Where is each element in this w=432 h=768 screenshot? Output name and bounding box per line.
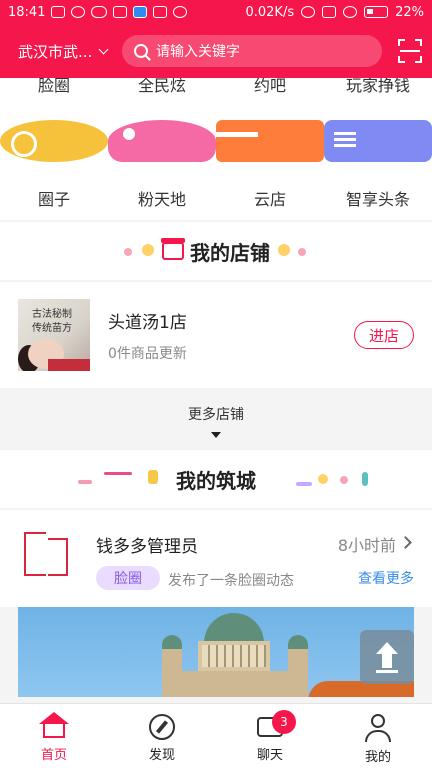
wifi-icon [343,6,358,18]
category-item-quanzi[interactable]: 圈子 [0,120,108,210]
user-icon-body [365,730,391,742]
more-stores-label: 更多店铺 [188,407,244,423]
post-time: 8小时前 [337,536,396,555]
decoration-dot [78,480,92,484]
section-title: 我的筑城 [176,468,256,493]
news-icon [324,120,432,162]
decoration-dot [340,476,348,484]
caret-down-icon [211,432,221,438]
decoration-dot [278,244,290,256]
chevron-down-icon [98,44,109,54]
back-to-top-button[interactable] [360,630,414,684]
my-store-header: 我的店铺 [0,222,432,280]
category-item-yueba[interactable]: 约吧 [216,78,324,96]
category-label: 圈子 [37,190,70,209]
more-stores-button[interactable]: 更多店铺 [0,388,432,450]
post-text: 发布了一条脸圈动态 [168,573,294,589]
tab-chat[interactable]: 聊天 3 [216,704,324,768]
tab-label: 聊天 [256,748,283,763]
store-info: 头道汤1店 0件商品更新 [108,308,354,363]
user-icon [371,714,385,728]
store-name: 头道汤1店 [108,312,187,333]
see-more-link[interactable]: 查看更多 [358,568,414,588]
category-row: 圈子 粉天地 云店 智享头条 [0,120,432,210]
weather-icon [133,6,148,18]
category-grid: 脸圈 全民炫 约吧 玩家挣钱 圈子 粉天地 云店 智享头条 [0,78,432,220]
battery-level: 22% [395,4,424,20]
shop-icon [161,238,185,260]
store-icon [216,120,324,162]
post-item[interactable]: 钱多多管理员 8小时前 脸圈 发布了一条脸圈动态 查看更多 [0,510,432,607]
store-card[interactable]: 古法秘制 传统苗方 头道汤1店 0件商品更新 进店 [0,282,432,388]
battery-icon [364,6,389,18]
notification-icon [71,6,86,18]
header: 武汉市武... 请输入关键字 [0,24,432,78]
decoration-dot [142,244,154,256]
decoration-dot [298,248,306,256]
city-label: 武汉市武... [18,42,93,61]
sim-icon [322,6,337,18]
scan-icon[interactable] [398,39,422,63]
tab-label: 我的 [364,750,391,765]
unread-badge: 3 [272,710,296,734]
notification-icon [173,6,188,18]
my-city-header: 我的筑城 [0,450,432,508]
section-title: 我的店铺 [190,240,270,265]
category-item-yundian[interactable]: 云店 [216,120,324,210]
category-label: 粉天地 [137,190,186,209]
chat-bubble-icon [0,120,108,162]
network-speed: 0.02K/s [245,4,295,20]
tab-label: 发现 [148,748,175,763]
compass-icon [149,714,175,740]
tab-home[interactable]: 首页 [0,704,108,768]
decoration-dot [318,474,328,484]
notification-icon [153,6,168,18]
post-image[interactable] [18,607,414,697]
tab-label: 首页 [40,748,67,763]
enter-store-button[interactable]: 进店 [354,321,414,349]
store-thumbnail: 古法秘制 传统苗方 [18,299,90,371]
fans-icon [108,120,216,162]
chevron-right-icon[interactable] [399,536,412,549]
category-item-wanjiazhengqian[interactable]: 玩家挣钱 [324,78,432,96]
store-subtitle: 0件商品更新 [108,345,187,362]
bottom-tab-bar: 首页 发现 聊天 3 我的 [0,703,432,768]
category-row-partial: 脸圈 全民炫 约吧 玩家挣钱 [0,78,432,96]
main-content: 脸圈 全民炫 约吧 玩家挣钱 圈子 粉天地 云店 智享头条 我的店铺 古法秘制 … [0,78,432,703]
category-item-zhixiangtoutiao[interactable]: 智享头条 [324,120,432,210]
category-item-quanminxuan[interactable]: 全民炫 [108,78,216,96]
category-item-fentiandi[interactable]: 粉天地 [108,120,216,210]
status-time: 18:41 [8,4,46,20]
thumbnail-text: 传统苗方 [32,323,72,334]
tab-me[interactable]: 我的 [324,704,432,768]
search-placeholder: 请输入关键字 [156,44,240,60]
city-selector[interactable]: 武汉市武... [18,41,114,62]
avatar[interactable] [24,532,72,580]
category-item-lianquan[interactable]: 脸圈 [0,78,108,96]
search-input[interactable]: 请输入关键字 [122,35,382,67]
decoration-dot [362,472,368,486]
cloud-icon [91,6,108,18]
post-tag[interactable]: 脸圈 [96,566,160,590]
category-label: 智享头条 [345,190,410,209]
author-name: 钱多多管理员 [96,537,198,557]
decoration-dot [148,470,158,484]
notification-icon [113,6,128,18]
mute-icon [301,6,316,18]
top-bar: 18:41 0.02K/s 22% 武汉市武... 请输入关键字 [0,0,432,78]
status-bar: 18:41 0.02K/s 22% [0,0,432,24]
category-label: 云店 [253,190,286,209]
decoration-dot [296,482,312,486]
arrow-up-icon [376,642,398,654]
search-icon [134,44,148,58]
decoration-dot [124,248,132,256]
notification-icon [51,6,66,18]
decoration-dot [104,472,132,475]
thumbnail-text: 古法秘制 [32,309,72,320]
tab-discover[interactable]: 发现 [108,704,216,768]
home-icon [39,712,69,738]
